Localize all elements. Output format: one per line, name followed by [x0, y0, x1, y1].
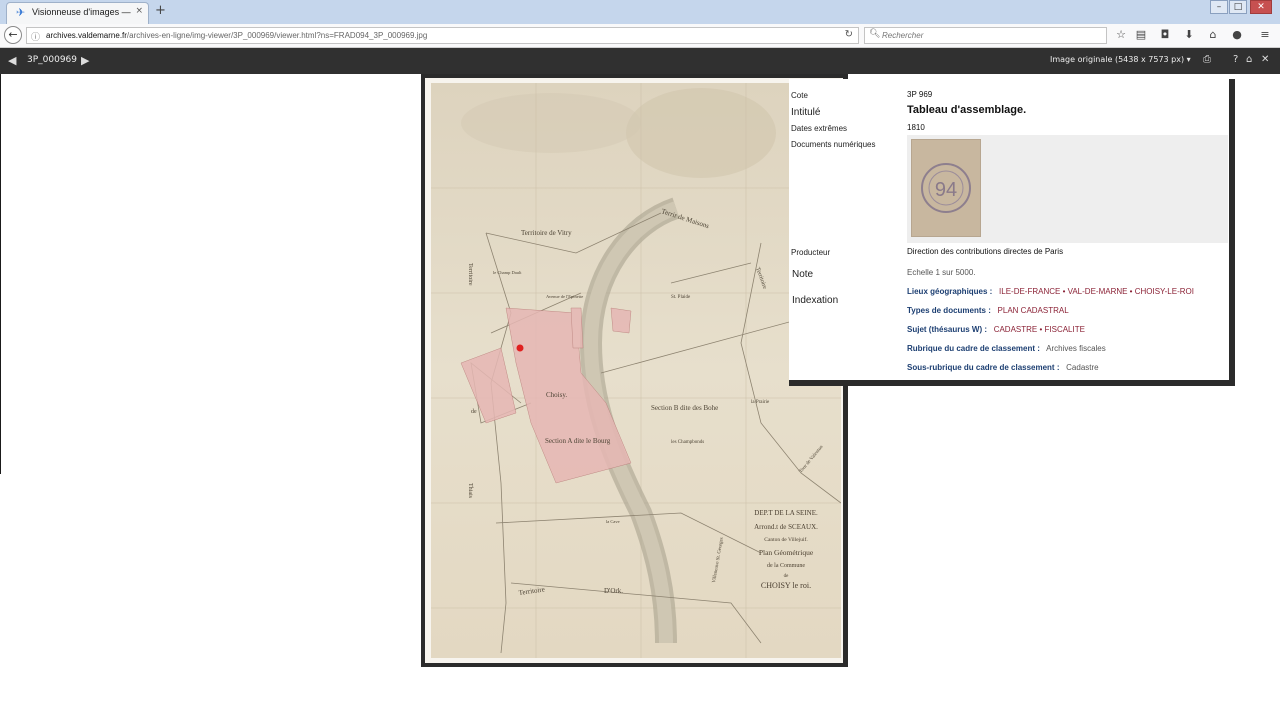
lieux-label: Lieux géographiques :: [907, 287, 993, 296]
documents-label: Documents numériques: [791, 140, 876, 149]
label-dork: D'Ork.: [604, 587, 623, 595]
bookmark-star-icon[interactable]: ☆: [1114, 28, 1128, 41]
map-paper: Territoire de Vitry Terrir de Maisons Te…: [425, 78, 843, 663]
next-image-icon[interactable]: ▶: [81, 54, 89, 67]
rubrique-label: Rubrique du cadre de classement :: [907, 344, 1040, 353]
search-bar[interactable]: 🔍︎ Rechercher: [864, 27, 1107, 44]
menu-icon[interactable]: ≡: [1258, 28, 1272, 41]
tab-close-icon[interactable]: ×: [135, 6, 143, 16]
cadastral-map: Territoire de Vitry Terrir de Maisons Te…: [431, 83, 841, 658]
url-path: /archives-en-ligne/img-viewer/3P_000969/…: [126, 31, 428, 40]
info-icon[interactable]: ⓘ: [31, 30, 40, 43]
pocket-icon[interactable]: ◘: [1158, 28, 1172, 41]
label-section-b: Section B dite des Bohe: [651, 404, 718, 412]
minimize-icon[interactable]: –: [1210, 0, 1228, 14]
sujet-values[interactable]: CADASTRE • FISCALITE: [994, 325, 1085, 334]
cote-label: Cote: [791, 91, 808, 100]
types-label: Types de documents :: [907, 306, 991, 315]
record-info-panel: Cote 3P 969 Intitulé Tableau d'assemblag…: [789, 79, 1235, 386]
label-la-prairie: la Prairie: [751, 400, 770, 405]
image-name: 3P_000969: [27, 55, 78, 65]
sous-rubrique-label: Sous-rubrique du cadre de classement :: [907, 363, 1060, 372]
print-icon[interactable]: ⎙: [1203, 54, 1211, 65]
producteur-value: Direction des contributions directes de …: [907, 247, 1064, 256]
map-image-frame[interactable]: Territoire de Vitry Terrir de Maisons Te…: [421, 74, 848, 667]
bookmarks-list-icon[interactable]: ▤: [1134, 28, 1148, 41]
index-lieux-row: Lieux géographiques : ILE-DE-FRANCE • VA…: [907, 287, 1194, 296]
index-rubrique-row: Rubrique du cadre de classement : Archiv…: [907, 344, 1106, 353]
window-close-icon[interactable]: ✕: [1250, 0, 1272, 14]
sous-rubrique-value: Cadastre: [1066, 363, 1099, 372]
cartouche-line-6: de: [784, 574, 790, 579]
label-avenue: Avenue de l'Epinette: [546, 294, 583, 299]
viewer-favicon-icon: ✈: [16, 6, 26, 19]
tab-title: Visionneuse d'images — A...: [32, 7, 132, 17]
map-stain: [461, 93, 641, 153]
label-territoire-vitry: Territoire de Vitry: [521, 229, 572, 237]
new-tab-button[interactable]: +: [155, 3, 166, 18]
cartouche-line-1: DEP.T DE LA SEINE.: [754, 509, 818, 517]
cartouche-line-7: CHOISY le roi.: [761, 581, 811, 590]
documents-thumbnail-area: 94: [907, 135, 1228, 243]
stamp-image: 94: [912, 140, 980, 236]
url-bar[interactable]: ⓘ archives.valdemarne.fr/archives-en-lig…: [26, 27, 859, 44]
back-button[interactable]: ←: [4, 26, 22, 44]
label-section-a: Section A dite le Bourg: [545, 437, 611, 445]
url-domain: archives.valdemarne.fr: [46, 31, 127, 40]
dates-value: 1810: [907, 123, 925, 132]
label-de: de: [471, 409, 477, 415]
document-thumbnail[interactable]: 94: [911, 139, 981, 237]
previous-image-icon[interactable]: ◀: [8, 54, 16, 67]
navigation-bar: ← ⓘ archives.valdemarne.fr/archives-en-l…: [0, 24, 1280, 48]
help-icon[interactable]: ?: [1233, 54, 1238, 65]
search-icon: 🔍︎: [869, 29, 881, 39]
rubrique-value: Archives fiscales: [1046, 344, 1106, 353]
reload-icon[interactable]: ↻: [845, 29, 853, 40]
index-types-row: Types de documents : PLAN CADASTRAL: [907, 306, 1069, 315]
chat-icon[interactable]: ●: [1230, 28, 1244, 41]
map-stain: [626, 88, 776, 178]
intitule-label: Intitulé: [791, 107, 821, 118]
label-thiais: Thiais: [467, 483, 473, 499]
location-marker: [516, 344, 524, 352]
viewer-toolbar: ◀ 3P_000969 ▶ Image originale (5438 x 75…: [0, 48, 1280, 74]
lieux-values[interactable]: ILE-DE-FRANCE • VAL-DE-MARNE • CHOISY-LE…: [999, 287, 1194, 296]
intitule-value: Tableau d'assemblage.: [907, 104, 1027, 116]
download-icon[interactable]: ⬇: [1182, 28, 1196, 41]
cote-value: 3P 969: [907, 90, 933, 99]
producteur-label: Producteur: [791, 248, 831, 257]
label-la-cave: la Cave: [606, 519, 620, 524]
browser-tab-bar: ✈ Visionneuse d'images — A... × + – □ ✕: [0, 0, 1280, 24]
cartouche-line-5: de la Commune: [767, 563, 805, 569]
browser-tab[interactable]: ✈ Visionneuse d'images — A... ×: [6, 2, 149, 24]
label-le-champ: le Champ Dault: [493, 270, 522, 275]
indexation-label: Indexation: [792, 295, 839, 306]
stamp-number: 94: [935, 179, 957, 201]
label-st-plaide: St. Plaide: [671, 295, 691, 300]
home-viewer-icon[interactable]: ⌂: [1246, 54, 1252, 65]
label-choisy: Choisy.: [546, 391, 567, 399]
url-text: archives.valdemarne.fr/archives-en-ligne…: [46, 31, 427, 40]
cartouche-line-2: Arrond.t de SCEAUX.: [754, 523, 818, 531]
home-icon[interactable]: ⌂: [1206, 28, 1220, 41]
search-placeholder: Rechercher: [882, 31, 924, 40]
close-viewer-icon[interactable]: ✕: [1261, 54, 1269, 65]
maximize-icon[interactable]: □: [1229, 0, 1247, 14]
cartouche-line-3: Canton de Villejuif.: [764, 536, 808, 543]
viewer-left-border: [0, 74, 1, 474]
note-value: Echelle 1 sur 5000.: [907, 268, 976, 277]
types-values[interactable]: PLAN CADASTRAL: [998, 306, 1069, 315]
sujet-label: Sujet (thésaurus W) :: [907, 325, 988, 334]
label-les-champs: les Champbonds: [671, 440, 704, 445]
dates-label: Dates extrêmes: [791, 124, 848, 133]
note-label: Note: [792, 269, 814, 280]
index-sujet-row: Sujet (thésaurus W) : CADASTRE • FISCALI…: [907, 325, 1085, 334]
cartouche-line-4: Plan Géométrique: [759, 548, 814, 557]
label-territoire-left: Territoire: [467, 263, 473, 286]
original-image-label: Image originale (5438 x 7573 px): [1050, 55, 1185, 64]
index-sous-rubrique-row: Sous-rubrique du cadre de classement : C…: [907, 363, 1099, 372]
original-image-dropdown[interactable]: Image originale (5438 x 7573 px) ▾: [1050, 55, 1191, 64]
